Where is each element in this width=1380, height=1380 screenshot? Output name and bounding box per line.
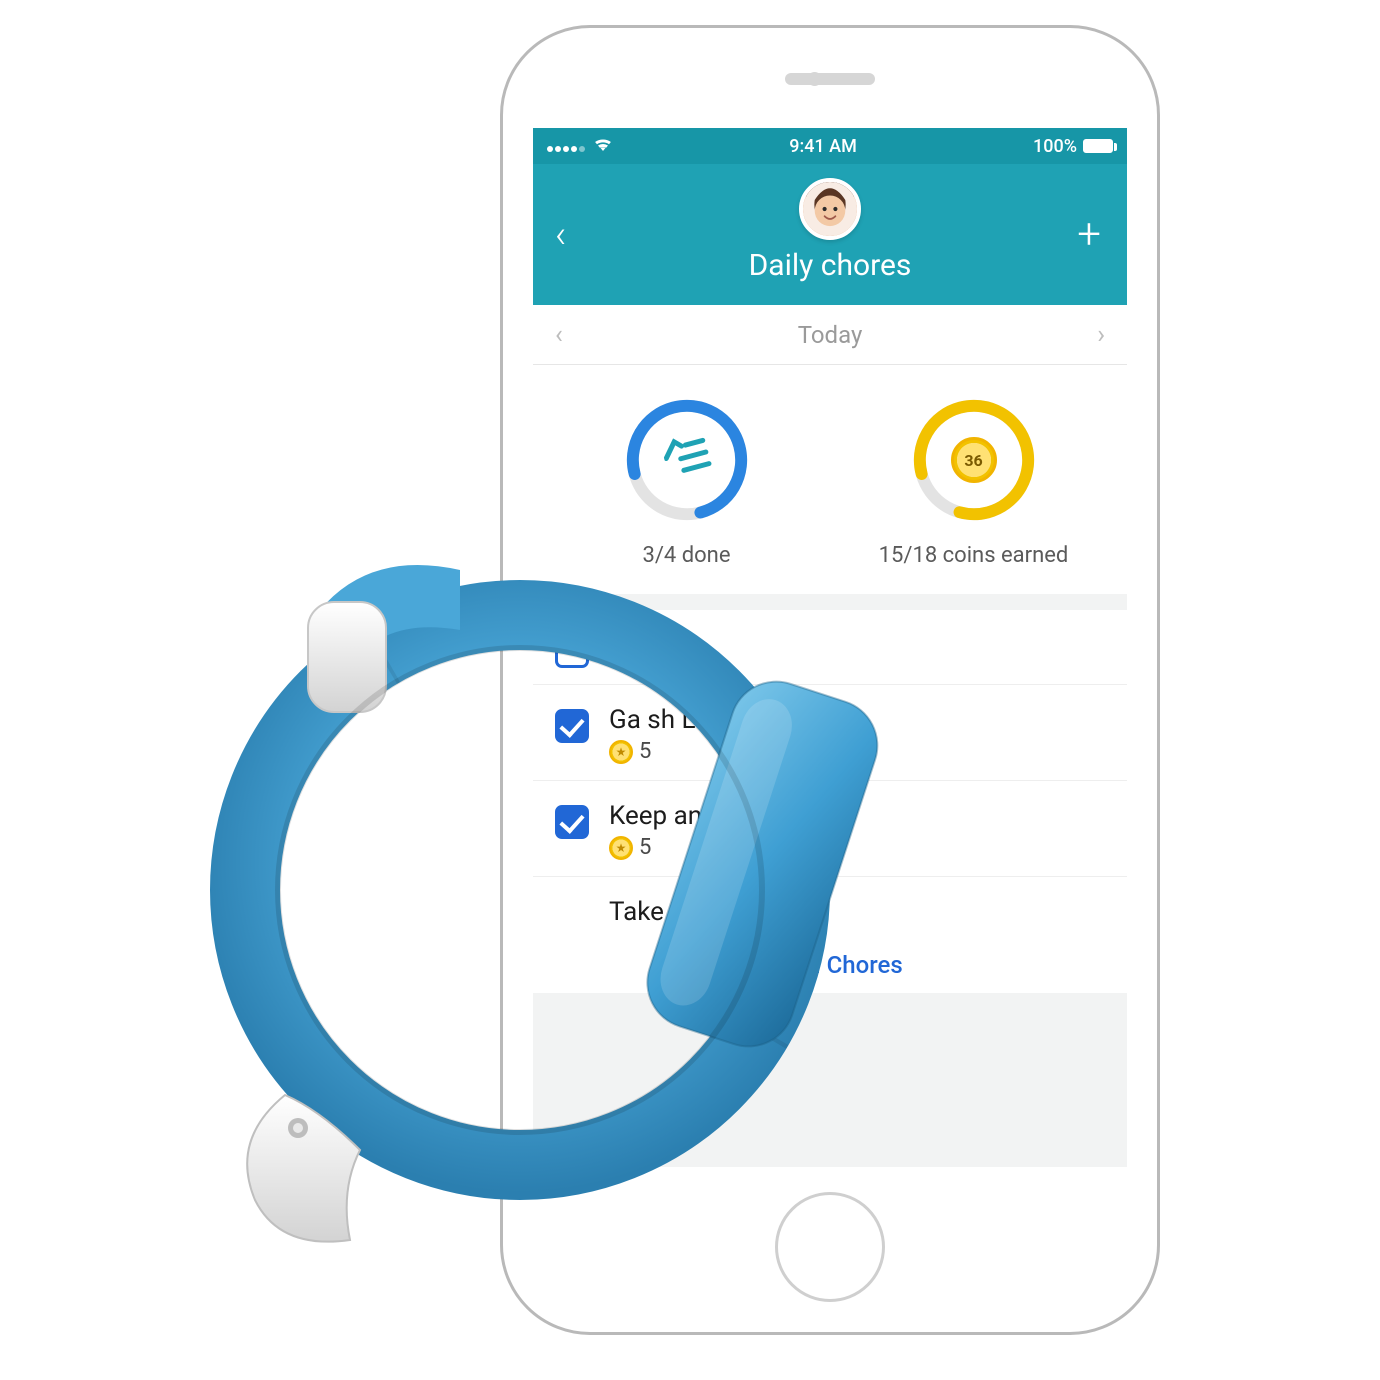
battery-icon [1083,139,1113,153]
chore-row[interactable]: Take O [533,877,1127,935]
chore-reward: 5 [639,739,651,764]
coin-icon [609,740,633,764]
coin-badge-icon: 36 [951,437,997,483]
date-navigator: ‹ Today › [533,305,1127,365]
next-day-button[interactable]: › [1097,320,1105,350]
coin-icon [609,634,633,658]
chore-list: Ga sh Laundry 5 Keep an 5 Take O [533,610,1127,993]
wifi-icon [593,137,613,156]
phone-screen: 9:41 AM 100% ‹ + Daily chores ‹ [533,128,1127,1167]
coins-label: 15/18 coins earned [830,543,1117,568]
back-button[interactable]: ‹ [555,216,566,254]
add-button[interactable]: + [1077,214,1101,256]
checklist-icon [664,435,710,485]
done-progress-card: 3/4 done [543,395,830,568]
prev-day-button[interactable]: ‹ [555,320,563,350]
date-label: Today [798,321,863,349]
done-label: 3/4 done [543,543,830,568]
chore-row[interactable]: Ga sh Laundry 5 [533,685,1127,781]
status-bar: 9:41 AM 100% [533,128,1127,164]
coin-icon [609,836,633,860]
clock: 9:41 AM [789,136,857,157]
page-title: Daily chores [533,248,1127,283]
coins-progress-ring: 36 [909,395,1039,525]
battery-percent: 100% [1033,136,1077,157]
app-header: ‹ + Daily chores [533,164,1127,305]
chore-title: Keep an [609,801,1105,831]
checkbox[interactable] [555,709,589,743]
chore-row[interactable]: Keep an 5 [533,781,1127,877]
done-progress-ring [622,395,752,525]
checkbox[interactable] [555,634,589,668]
progress-row: 3/4 done 36 15/18 coins earned [533,365,1127,594]
chore-row[interactable] [533,610,1127,685]
coins-progress-card: 36 15/18 coins earned [830,395,1117,568]
phone-frame: 9:41 AM 100% ‹ + Daily chores ‹ [500,25,1160,1335]
chore-reward: 5 [639,835,651,860]
view-all-chores-link[interactable]: V l Chores [533,935,1127,993]
chore-title: Ga sh Laundry [609,705,1105,735]
signal-dots-icon [547,136,587,157]
home-button[interactable] [775,1192,885,1302]
phone-earpiece [785,73,875,85]
child-avatar[interactable] [799,178,861,240]
checkbox[interactable] [555,805,589,839]
chore-title: Take O [609,897,1105,927]
